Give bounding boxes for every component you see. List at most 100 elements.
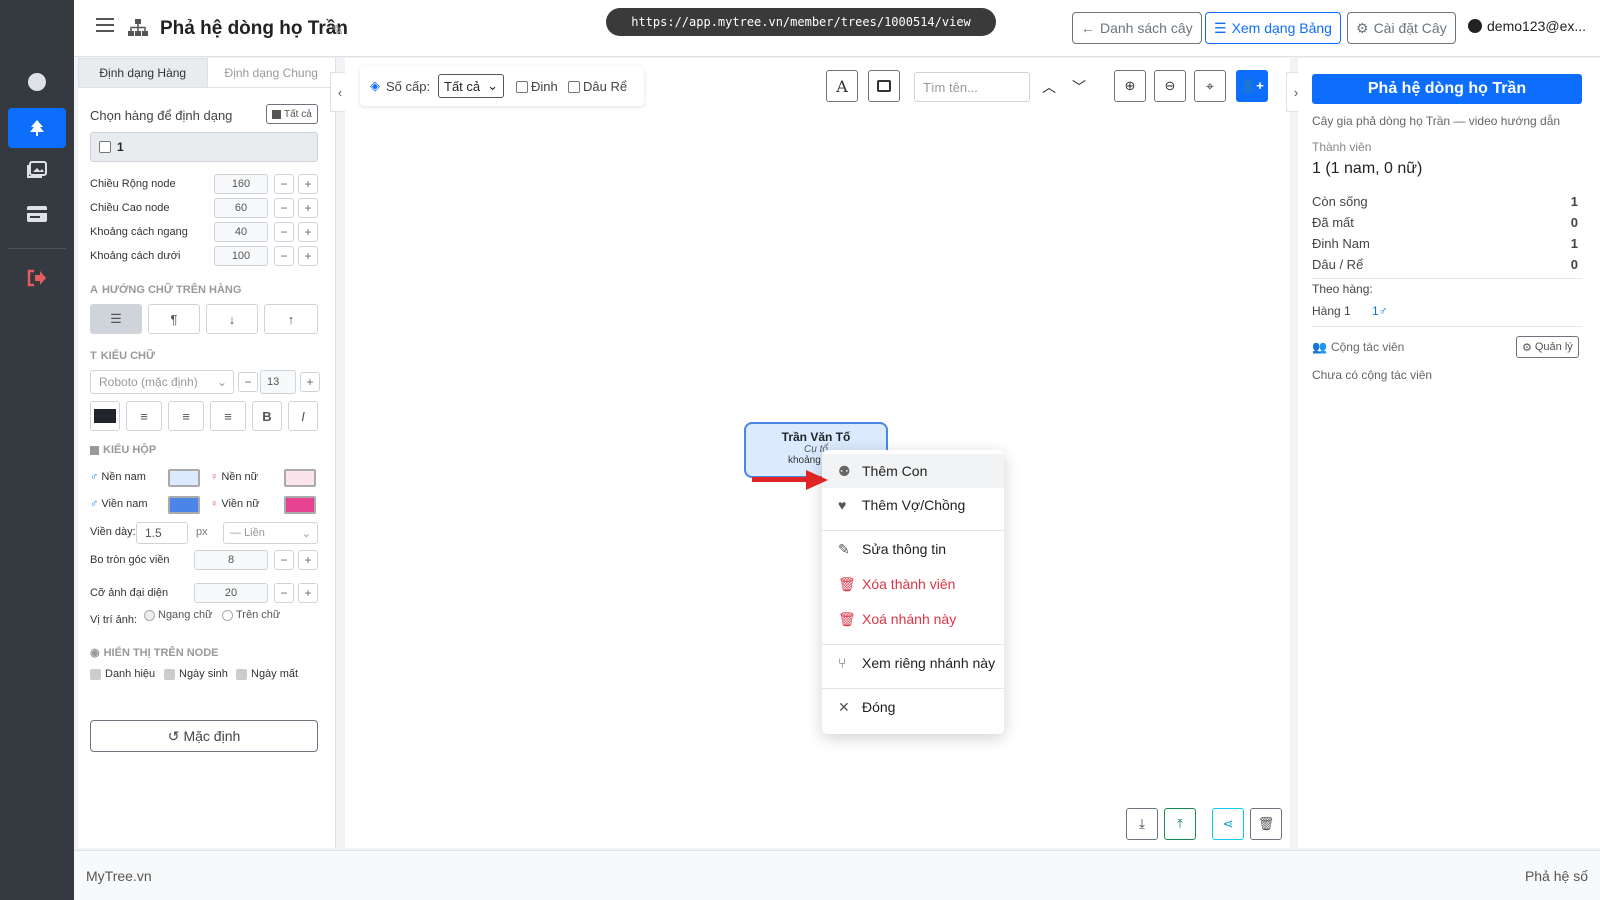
node-width-input[interactable]: 160 xyxy=(214,174,268,194)
edit-title-icon[interactable]: ✎ xyxy=(332,22,344,39)
decrement-button[interactable]: − xyxy=(274,550,294,570)
avatar-size-input[interactable]: 20 xyxy=(194,583,268,603)
table-view-button[interactable]: ☰ Xem dạng Bảng xyxy=(1205,12,1341,44)
direction-horizontal-button[interactable]: ☰ xyxy=(90,304,142,334)
eye-icon: ◉ xyxy=(90,647,100,659)
font-increment-button[interactable]: + xyxy=(300,372,320,392)
bg-male-swatch[interactable] xyxy=(168,469,200,487)
direction-down-button[interactable]: ↓ xyxy=(206,304,258,334)
decrement-button[interactable]: − xyxy=(274,583,294,603)
box-style-heading: KIỂU HỘP xyxy=(90,444,156,456)
zoom-in-button[interactable]: ⊕ xyxy=(1114,70,1146,102)
image-pos-inline-radio[interactable]: Ngang chữ xyxy=(144,609,212,621)
direction-paragraph-button[interactable]: ¶ xyxy=(148,304,200,334)
search-input[interactable]: Tìm tên... xyxy=(914,72,1030,102)
increment-button[interactable]: + xyxy=(298,583,318,603)
menu-delete-branch[interactable]: 🗑 Xoá nhánh này xyxy=(822,602,1004,636)
font-decrement-button[interactable]: − xyxy=(238,372,258,392)
gallery-icon[interactable] xyxy=(8,150,66,190)
row-checkbox[interactable] xyxy=(99,141,111,153)
show-title-checkbox[interactable]: Danh hiệu xyxy=(90,668,155,680)
share-button[interactable]: ⋖ xyxy=(1212,808,1244,840)
decrement-button[interactable]: − xyxy=(274,222,294,242)
layers-icon: ◈ xyxy=(370,78,380,93)
tree-icon[interactable] xyxy=(8,108,66,148)
font-tool-button[interactable]: A xyxy=(826,70,858,102)
delete-tree-button[interactable]: 🗑 xyxy=(1250,808,1282,840)
trash-icon: 🗑 xyxy=(838,575,856,592)
radius-input[interactable]: 8 xyxy=(194,550,268,570)
user-menu[interactable]: demo123@ex... xyxy=(1468,18,1586,34)
center-button[interactable]: ⌖ xyxy=(1194,70,1226,102)
node-height-input[interactable]: 60 xyxy=(214,198,268,218)
border-width-input[interactable]: 1.5 xyxy=(136,522,188,544)
child-icon: ⚉ xyxy=(838,462,851,479)
border-style-select[interactable]: — Liền ⌄ xyxy=(223,522,318,544)
font-size-input[interactable]: 13 xyxy=(260,370,296,394)
increment-button[interactable]: + xyxy=(298,174,318,194)
increment-button[interactable]: + xyxy=(298,198,318,218)
show-death-checkbox[interactable]: Ngày mất xyxy=(236,668,298,680)
level-select[interactable]: Tất cả ⌄ xyxy=(438,74,504,98)
direction-up-button[interactable]: ↑ xyxy=(264,304,318,334)
chevron-up-icon[interactable]: ︿ xyxy=(1042,77,1056,97)
show-birth-checkbox[interactable]: Ngày sinh xyxy=(164,668,228,680)
menu-close[interactable]: ✕ Đóng xyxy=(822,690,1004,724)
increment-button[interactable]: + xyxy=(298,222,318,242)
stat-alive: Còn sống 1 xyxy=(1312,194,1578,209)
trash-icon: 🗑 xyxy=(1257,816,1275,831)
tree-title-button[interactable]: Phả hệ dòng họ Trần xyxy=(1312,74,1582,104)
text-color-button[interactable] xyxy=(90,401,120,431)
branch-icon: ⑂ xyxy=(838,655,847,671)
download-button[interactable]: ⤓ xyxy=(1126,808,1158,840)
image-position-label: Vị trí ảnh: xyxy=(90,614,138,626)
image-tool-button[interactable] xyxy=(868,70,900,102)
tab-general-format[interactable]: Định dạng Chung xyxy=(208,58,336,87)
border-male-swatch[interactable] xyxy=(168,496,200,514)
font-select[interactable]: Roboto (mặc định) ⌄ xyxy=(90,370,234,394)
select-all-button[interactable]: Tất cả xyxy=(266,104,318,124)
menu-view-branch[interactable]: ⑂ Xem riêng nhánh này xyxy=(822,646,1004,680)
increment-button[interactable]: + xyxy=(298,550,318,570)
image-pos-above-radio[interactable]: Trên chữ xyxy=(222,609,280,621)
logout-icon[interactable] xyxy=(8,258,66,298)
border-female-swatch[interactable] xyxy=(284,496,316,514)
menu-add-child[interactable]: ⚉ Thêm Con xyxy=(822,454,1004,488)
h-gap-input[interactable]: 40 xyxy=(214,222,268,242)
align-center-button[interactable]: ≡ xyxy=(168,401,204,431)
increment-button[interactable]: + xyxy=(298,246,318,266)
add-member-button[interactable]: 👤+ xyxy=(1236,70,1268,102)
menu-toggle-icon[interactable] xyxy=(96,18,114,32)
card-icon[interactable] xyxy=(8,194,66,234)
bold-button[interactable]: B xyxy=(252,401,282,431)
v-gap-input[interactable]: 100 xyxy=(214,246,268,266)
list-icon: ☰ xyxy=(1214,19,1227,36)
align-right-button[interactable]: ≡ xyxy=(210,401,246,431)
zoom-out-button[interactable]: ⊖ xyxy=(1154,70,1186,102)
crosshair-icon: ⌖ xyxy=(1206,77,1214,94)
manage-collab-button[interactable]: ⚙ Quản lý xyxy=(1516,336,1579,358)
menu-edit[interactable]: ✎ Sửa thông tin xyxy=(822,532,1004,566)
menu-delete-member[interactable]: 🗑 Xóa thành viên xyxy=(822,567,1004,601)
share-icon: ⋖ xyxy=(1222,816,1234,831)
users-icon: 👥 xyxy=(1312,340,1327,354)
decrement-button[interactable]: − xyxy=(274,246,294,266)
bg-female-swatch[interactable] xyxy=(284,469,316,487)
stat-male-line: Đinh Nam 1 xyxy=(1312,236,1578,251)
tree-settings-button[interactable]: ⚙ Cài đặt Cây xyxy=(1347,12,1456,44)
filter-dau-checkbox[interactable]: Dâu Rể xyxy=(568,79,627,94)
chevron-down-icon[interactable]: ﹀ xyxy=(1072,77,1086,97)
decrement-button[interactable]: − xyxy=(274,174,294,194)
context-menu: ⚉ Thêm Con ♥ Thêm Vợ/Chồng ✎ Sửa thông tin … xyxy=(822,450,1004,734)
italic-button[interactable]: I xyxy=(288,401,318,431)
reset-button[interactable]: ↺ Mặc định xyxy=(90,720,318,752)
tab-row-format[interactable]: Định dạng Hàng xyxy=(78,58,208,87)
filter-dinh-checkbox[interactable]: Đinh xyxy=(516,79,558,94)
decrement-button[interactable]: − xyxy=(274,198,294,218)
radius-label: Bo tròn góc viền xyxy=(90,554,170,566)
align-left-button[interactable]: ≡ xyxy=(126,401,162,431)
tree-list-button[interactable]: ← Danh sách cây xyxy=(1072,12,1202,44)
upload-button[interactable]: ⤒ xyxy=(1164,808,1196,840)
home-icon[interactable] xyxy=(8,62,66,102)
menu-add-spouse[interactable]: ♥ Thêm Vợ/Chồng xyxy=(822,488,1004,522)
